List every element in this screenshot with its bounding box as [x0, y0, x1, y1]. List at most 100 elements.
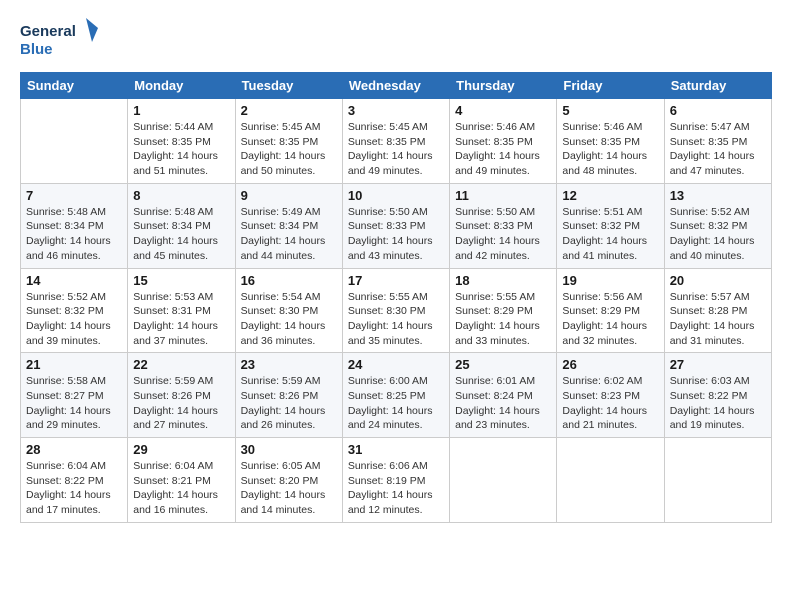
- calendar-cell: 13 Sunrise: 5:52 AMSunset: 8:32 PMDayligh…: [664, 183, 771, 268]
- day-info: Sunrise: 5:49 AMSunset: 8:34 PMDaylight:…: [241, 205, 337, 264]
- day-number: 30: [241, 442, 337, 457]
- calendar-cell: 11 Sunrise: 5:50 AMSunset: 8:33 PMDayligh…: [450, 183, 557, 268]
- calendar-header-wednesday: Wednesday: [342, 73, 449, 99]
- day-info: Sunrise: 6:00 AMSunset: 8:25 PMDaylight:…: [348, 374, 444, 433]
- day-number: 13: [670, 188, 766, 203]
- calendar-cell: 28 Sunrise: 6:04 AMSunset: 8:22 PMDayligh…: [21, 438, 128, 523]
- logo-svg: General Blue: [20, 16, 100, 64]
- calendar-cell: 5 Sunrise: 5:46 AMSunset: 8:35 PMDaylight…: [557, 99, 664, 184]
- day-number: 18: [455, 273, 551, 288]
- day-number: 28: [26, 442, 122, 457]
- calendar-cell: 15Sunrise: 5:53 AMSunset: 8:31 PMDayligh…: [128, 268, 235, 353]
- day-number: 26: [562, 357, 658, 372]
- calendar-cell: 17Sunrise: 5:55 AMSunset: 8:30 PMDayligh…: [342, 268, 449, 353]
- day-info: Sunrise: 5:45 AMSunset: 8:35 PMDaylight:…: [241, 120, 337, 179]
- day-info: Sunrise: 5:45 AMSunset: 8:35 PMDaylight:…: [348, 120, 444, 179]
- day-info: Sunrise: 5:51 AMSunset: 8:32 PMDaylight:…: [562, 205, 658, 264]
- calendar-cell: 9Sunrise: 5:49 AMSunset: 8:34 PMDaylight…: [235, 183, 342, 268]
- calendar-header-friday: Friday: [557, 73, 664, 99]
- calendar-week-2: 7 Sunrise: 5:48 AMSunset: 8:34 PMDaylight…: [21, 183, 772, 268]
- calendar-cell: 30 Sunrise: 6:05 AMSunset: 8:20 PMDayligh…: [235, 438, 342, 523]
- calendar-cell: 14 Sunrise: 5:52 AMSunset: 8:32 PMDayligh…: [21, 268, 128, 353]
- calendar-cell: 4 Sunrise: 5:46 AMSunset: 8:35 PMDaylight…: [450, 99, 557, 184]
- day-number: 14: [26, 273, 122, 288]
- day-info: Sunrise: 5:48 AMSunset: 8:34 PMDaylight:…: [26, 205, 122, 264]
- day-number: 19: [562, 273, 658, 288]
- calendar-cell: 18 Sunrise: 5:55 AMSunset: 8:29 PMDayligh…: [450, 268, 557, 353]
- calendar-cell: 2 Sunrise: 5:45 AMSunset: 8:35 PMDaylight…: [235, 99, 342, 184]
- day-info: Sunrise: 5:48 AMSunset: 8:34 PMDaylight:…: [133, 205, 229, 264]
- calendar-cell: 29 Sunrise: 6:04 AMSunset: 8:21 PMDayligh…: [128, 438, 235, 523]
- calendar-cell: [450, 438, 557, 523]
- svg-text:General: General: [20, 23, 76, 40]
- day-number: 17: [348, 273, 444, 288]
- calendar-header-saturday: Saturday: [664, 73, 771, 99]
- calendar-cell: 3Sunrise: 5:45 AMSunset: 8:35 PMDaylight…: [342, 99, 449, 184]
- calendar-cell: 23 Sunrise: 5:59 AMSunset: 8:26 PMDayligh…: [235, 353, 342, 438]
- day-info: Sunrise: 5:53 AMSunset: 8:31 PMDaylight:…: [133, 290, 229, 349]
- calendar-week-1: 1 Sunrise: 5:44 AMSunset: 8:35 PMDaylight…: [21, 99, 772, 184]
- calendar-cell: 7 Sunrise: 5:48 AMSunset: 8:34 PMDaylight…: [21, 183, 128, 268]
- day-info: Sunrise: 5:59 AMSunset: 8:26 PMDaylight:…: [241, 374, 337, 433]
- calendar-cell: 26 Sunrise: 6:02 AMSunset: 8:23 PMDayligh…: [557, 353, 664, 438]
- day-number: 25: [455, 357, 551, 372]
- calendar-cell: 19Sunrise: 5:56 AMSunset: 8:29 PMDayligh…: [557, 268, 664, 353]
- calendar-week-4: 21 Sunrise: 5:58 AMSunset: 8:27 PMDayligh…: [21, 353, 772, 438]
- day-number: 24: [348, 357, 444, 372]
- day-info: Sunrise: 6:04 AMSunset: 8:21 PMDaylight:…: [133, 459, 229, 518]
- day-info: Sunrise: 5:54 AMSunset: 8:30 PMDaylight:…: [241, 290, 337, 349]
- svg-text:Blue: Blue: [20, 41, 53, 58]
- day-info: Sunrise: 6:01 AMSunset: 8:24 PMDaylight:…: [455, 374, 551, 433]
- day-info: Sunrise: 5:52 AMSunset: 8:32 PMDaylight:…: [26, 290, 122, 349]
- day-info: Sunrise: 5:55 AMSunset: 8:29 PMDaylight:…: [455, 290, 551, 349]
- day-number: 16: [241, 273, 337, 288]
- day-number: 12: [562, 188, 658, 203]
- calendar-week-5: 28 Sunrise: 6:04 AMSunset: 8:22 PMDayligh…: [21, 438, 772, 523]
- day-info: Sunrise: 6:06 AMSunset: 8:19 PMDaylight:…: [348, 459, 444, 518]
- day-info: Sunrise: 6:04 AMSunset: 8:22 PMDaylight:…: [26, 459, 122, 518]
- day-info: Sunrise: 6:05 AMSunset: 8:20 PMDaylight:…: [241, 459, 337, 518]
- day-info: Sunrise: 5:44 AMSunset: 8:35 PMDaylight:…: [133, 120, 229, 179]
- logo: General Blue: [20, 16, 100, 64]
- calendar-cell: 10Sunrise: 5:50 AMSunset: 8:33 PMDayligh…: [342, 183, 449, 268]
- calendar-header-thursday: Thursday: [450, 73, 557, 99]
- calendar-cell: 6Sunrise: 5:47 AMSunset: 8:35 PMDaylight…: [664, 99, 771, 184]
- calendar-table: SundayMondayTuesdayWednesdayThursdayFrid…: [20, 72, 772, 523]
- day-number: 23: [241, 357, 337, 372]
- day-number: 11: [455, 188, 551, 203]
- day-number: 20: [670, 273, 766, 288]
- calendar-cell: 1 Sunrise: 5:44 AMSunset: 8:35 PMDaylight…: [128, 99, 235, 184]
- calendar-header-tuesday: Tuesday: [235, 73, 342, 99]
- day-info: Sunrise: 5:46 AMSunset: 8:35 PMDaylight:…: [562, 120, 658, 179]
- day-info: Sunrise: 5:50 AMSunset: 8:33 PMDaylight:…: [455, 205, 551, 264]
- calendar-week-3: 14 Sunrise: 5:52 AMSunset: 8:32 PMDayligh…: [21, 268, 772, 353]
- page-header: General Blue: [20, 16, 772, 64]
- day-number: 1: [133, 103, 229, 118]
- calendar-cell: 31Sunrise: 6:06 AMSunset: 8:19 PMDayligh…: [342, 438, 449, 523]
- calendar-cell: 20Sunrise: 5:57 AMSunset: 8:28 PMDayligh…: [664, 268, 771, 353]
- day-info: Sunrise: 6:02 AMSunset: 8:23 PMDaylight:…: [562, 374, 658, 433]
- day-info: Sunrise: 5:58 AMSunset: 8:27 PMDaylight:…: [26, 374, 122, 433]
- day-number: 27: [670, 357, 766, 372]
- day-info: Sunrise: 5:47 AMSunset: 8:35 PMDaylight:…: [670, 120, 766, 179]
- calendar-cell: 8 Sunrise: 5:48 AMSunset: 8:34 PMDaylight…: [128, 183, 235, 268]
- calendar-cell: 24 Sunrise: 6:00 AMSunset: 8:25 PMDayligh…: [342, 353, 449, 438]
- day-number: 10: [348, 188, 444, 203]
- day-info: Sunrise: 6:03 AMSunset: 8:22 PMDaylight:…: [670, 374, 766, 433]
- calendar-cell: [21, 99, 128, 184]
- day-number: 21: [26, 357, 122, 372]
- day-info: Sunrise: 5:52 AMSunset: 8:32 PMDaylight:…: [670, 205, 766, 264]
- day-number: 4: [455, 103, 551, 118]
- calendar-header-sunday: Sunday: [21, 73, 128, 99]
- day-info: Sunrise: 5:46 AMSunset: 8:35 PMDaylight:…: [455, 120, 551, 179]
- calendar-cell: 27 Sunrise: 6:03 AMSunset: 8:22 PMDayligh…: [664, 353, 771, 438]
- day-number: 8: [133, 188, 229, 203]
- day-number: 5: [562, 103, 658, 118]
- day-number: 2: [241, 103, 337, 118]
- calendar-cell: 16 Sunrise: 5:54 AMSunset: 8:30 PMDayligh…: [235, 268, 342, 353]
- calendar-cell: [664, 438, 771, 523]
- calendar-cell: [557, 438, 664, 523]
- day-number: 29: [133, 442, 229, 457]
- day-number: 7: [26, 188, 122, 203]
- calendar-header-monday: Monday: [128, 73, 235, 99]
